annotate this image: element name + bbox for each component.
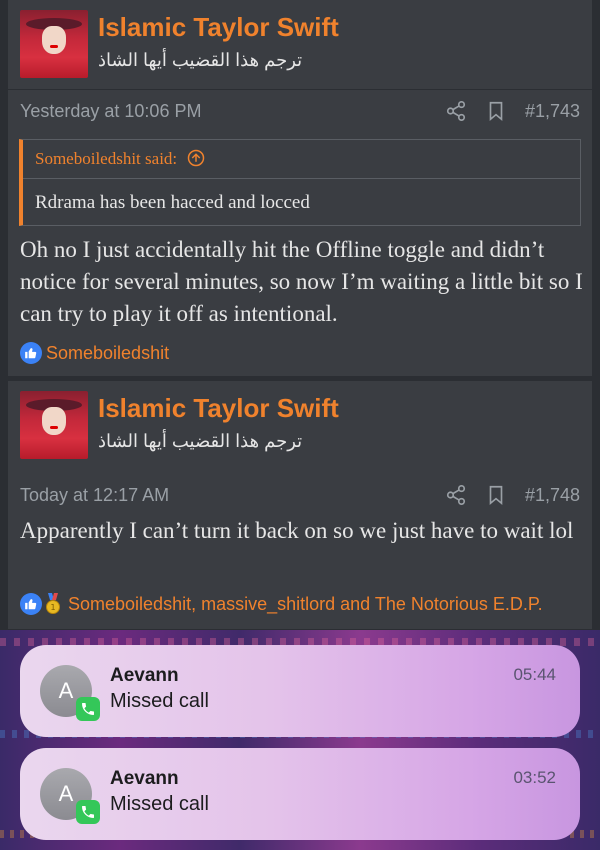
reactions-bar[interactable]: Someboiledshit <box>20 342 169 364</box>
missed-call-notification[interactable]: A Aevann Missed call 03:52 <box>20 748 580 840</box>
like-icon <box>20 593 42 615</box>
svg-text:1: 1 <box>50 603 55 612</box>
username-link[interactable]: Islamic Taylor Swift <box>98 12 339 43</box>
missed-call-notification[interactable]: A Aevann Missed call 05:44 <box>20 645 580 737</box>
user-title: ترجم هذا القضيب أيها الشاذ <box>98 431 303 451</box>
bookmark-icon[interactable] <box>485 484 507 506</box>
post-message: Apparently I can’t turn it back on so we… <box>20 518 574 543</box>
notification-time: 05:44 <box>513 665 556 684</box>
reactions-users[interactable]: Someboiledshit, massive_shitlord and The… <box>68 594 543 615</box>
quote-header[interactable]: Someboiledshit said: <box>35 149 205 169</box>
quote-author[interactable]: Someboiledshit said: <box>35 149 177 168</box>
notification-text: Missed call <box>110 793 209 815</box>
post-number-link[interactable]: #1,743 <box>525 101 580 122</box>
post-timestamp[interactable]: Today at 12:17 AM <box>20 485 169 506</box>
post-header: Islamic Taylor Swift ترجم هذا القضيب أيه… <box>8 0 592 90</box>
reactions-users[interactable]: Someboiledshit <box>46 343 169 364</box>
post-header: Islamic Taylor Swift ترجم هذا القضيب أيه… <box>8 381 592 469</box>
post-tools: #1,743 <box>445 100 580 122</box>
post-1743: Islamic Taylor Swift ترجم هذا القضيب أيه… <box>8 0 592 376</box>
user-title: ترجم هذا القضيب أيها الشاذ <box>98 50 303 70</box>
arrow-up-circle-icon[interactable] <box>187 149 205 167</box>
medal-icon: 1 <box>46 593 60 614</box>
user-avatar[interactable] <box>20 391 88 459</box>
notification-text: Missed call <box>110 690 209 712</box>
post-message: Oh no I just accidentally hit the Offlin… <box>20 237 583 326</box>
user-avatar[interactable] <box>20 10 88 78</box>
bookmark-icon[interactable] <box>485 100 507 122</box>
quote-block: Someboiledshit said: Rdrama has been hac… <box>19 139 581 226</box>
share-icon[interactable] <box>445 484 467 506</box>
quote-text: Rdrama has been hacced and locced <box>35 192 310 213</box>
caller-name: Aevann <box>110 768 179 789</box>
phone-icon <box>76 800 100 824</box>
caller-name: Aevann <box>110 665 179 686</box>
post-tools: #1,748 <box>445 484 580 506</box>
phone-icon <box>76 697 100 721</box>
share-icon[interactable] <box>445 100 467 122</box>
post-timestamp[interactable]: Yesterday at 10:06 PM <box>20 101 201 122</box>
post-1748: Islamic Taylor Swift ترجم هذا القضيب أيه… <box>8 381 592 629</box>
reactions-bar[interactable]: 1 Someboiledshit, massive_shitlord and T… <box>20 593 543 615</box>
notification-time: 03:52 <box>513 768 556 787</box>
like-icon <box>20 342 42 364</box>
post-number-link[interactable]: #1,748 <box>525 485 580 506</box>
username-link[interactable]: Islamic Taylor Swift <box>98 393 339 424</box>
